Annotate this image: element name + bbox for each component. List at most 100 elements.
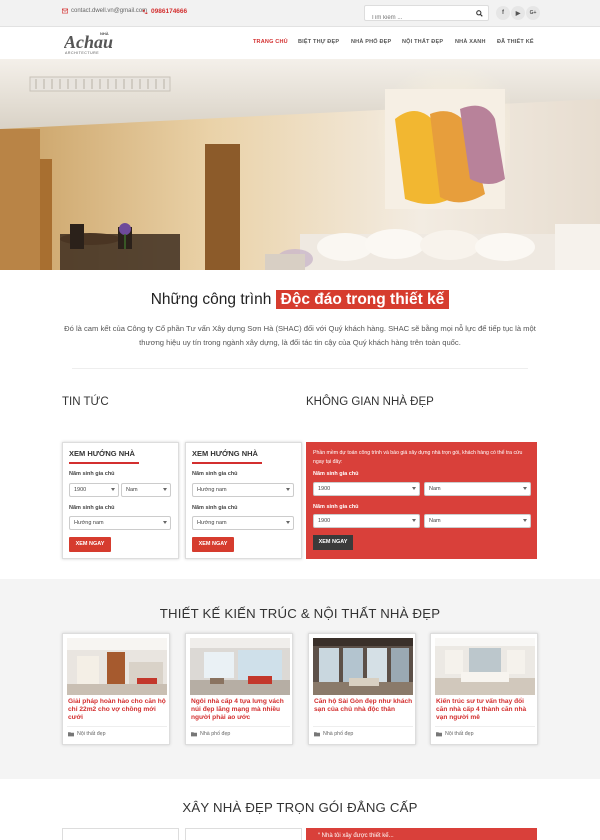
contact-email[interactable]: contact.dwell.vn@gmail.com: [62, 8, 147, 14]
view-now-button[interactable]: XEM NGAY: [313, 535, 353, 550]
intro-title-plain: Những công trình: [150, 291, 272, 308]
year-select[interactable]: 1900: [313, 514, 420, 528]
article-card[interactable]: Ngôi nhà cấp 4 tựa lưng vách núi đẹp lãn…: [185, 633, 293, 745]
divider: [190, 726, 290, 727]
chevron-down-icon: [163, 488, 167, 491]
google-plus-icon[interactable]: G+: [526, 6, 540, 20]
news-heading: TIN TỨC: [62, 396, 109, 408]
top-bar: contact.dwell.vn@gmail.com 0986174666 f …: [0, 0, 600, 27]
intro-title: Những công trình Độc đáo trong thiết kế: [0, 290, 600, 309]
logo-graphic: Achau NHÀ ARCHITECTURE: [63, 31, 113, 55]
nav-item-interior[interactable]: NỘI THẤT ĐẸP: [402, 39, 443, 45]
chevron-down-icon: [286, 488, 290, 491]
architecture-title: THIẾT KẾ KIẾN TRÚC & NỘI THẤT NHÀ ĐẸP: [159, 606, 441, 621]
article-category-label: Nhà phố đẹp: [200, 731, 231, 737]
gender-select[interactable]: Nam: [424, 514, 531, 528]
project-card[interactable]: [185, 828, 302, 840]
chevron-down-icon: [111, 488, 115, 491]
widget-title-underline: [69, 462, 139, 464]
folder-icon: [436, 732, 442, 737]
hero-banner: [0, 59, 600, 270]
article-title[interactable]: Căn hộ Sài Gòn đẹp như khách sạn của chủ…: [314, 698, 413, 714]
view-now-button[interactable]: XEM NGAY: [69, 537, 111, 552]
search-input[interactable]: [365, 11, 465, 25]
year-label: Năm sinh gia chủ: [69, 471, 115, 477]
widget-title: XEM HƯỚNG NHÀ: [192, 449, 258, 458]
gender-select-value: Nam: [429, 518, 441, 524]
folder-icon: [191, 732, 197, 737]
article-category-label: Nhà phố đẹp: [323, 731, 354, 737]
space-heading: KHÔNG GIAN NHÀ ĐẸP: [306, 396, 434, 408]
article-thumbnail[interactable]: [190, 638, 290, 695]
article-category[interactable]: Nhà phố đẹp: [191, 731, 230, 737]
cost-estimate-widget: Phần mềm dự toán công trình và báo giá x…: [306, 442, 537, 559]
direction-select-value: Hướng nam: [197, 487, 227, 493]
chevron-down-icon: [412, 519, 416, 522]
gender-select-value: Nam: [429, 486, 441, 492]
chevron-down-icon: [523, 519, 527, 522]
contact-phone-text: 0986174666: [151, 8, 188, 15]
testimonial-box: “ Nhà tôi xây được thiết kế...: [306, 828, 537, 840]
direction-label: Năm sinh gia chủ: [192, 505, 238, 511]
year-label: Năm sinh gia chủ: [313, 504, 359, 510]
article-thumbnail[interactable]: [435, 638, 535, 695]
year-select[interactable]: 1900: [69, 483, 119, 497]
year-select[interactable]: 1900: [313, 482, 420, 496]
article-category[interactable]: Nội thất đẹp: [436, 731, 474, 737]
project-card[interactable]: [62, 828, 179, 840]
gender-select[interactable]: Nam: [424, 482, 531, 496]
gender-select-value: Nam: [126, 487, 138, 493]
year-select-value: 1900: [318, 518, 331, 524]
nav-item-townhouse[interactable]: NHÀ PHỐ ĐẸP: [351, 39, 391, 45]
article-thumbnail[interactable]: [313, 638, 413, 695]
direction-select[interactable]: Hướng nam: [69, 516, 171, 530]
direction-label: Năm sinh gia chủ: [69, 505, 115, 511]
contact-email-text: contact.dwell.vn@gmail.com: [71, 8, 148, 14]
phone-icon: [142, 9, 148, 14]
year-label: Năm sinh gia chủ: [313, 471, 359, 477]
nav-item-designed[interactable]: ĐÃ THIẾT KẾ: [497, 39, 534, 45]
chevron-down-icon: [412, 487, 416, 490]
article-category[interactable]: Nhà phố đẹp: [314, 731, 353, 737]
contact-phone[interactable]: 0986174666: [142, 8, 187, 15]
envelope-icon: [62, 8, 68, 14]
cost-estimate-text: Phần mềm dự toán công trình và báo giá x…: [313, 450, 523, 465]
svg-text:NHÀ: NHÀ: [100, 31, 109, 36]
youtube-icon[interactable]: ▶: [511, 6, 525, 20]
chevron-down-icon: [523, 487, 527, 490]
testimonial-text: “ Nhà tôi xây được thiết kế...: [318, 833, 394, 839]
article-title[interactable]: Ngôi nhà cấp 4 tựa lưng vách núi đẹp lãn…: [191, 698, 290, 722]
direction-select-value: Hướng nam: [197, 520, 227, 526]
site-logo[interactable]: Achau NHÀ ARCHITECTURE: [63, 30, 116, 56]
article-card[interactable]: Căn hộ Sài Gòn đẹp như khách sạn của chủ…: [308, 633, 416, 745]
direction-select[interactable]: Hướng nam: [192, 516, 294, 530]
nav-item-green-house[interactable]: NHÀ XANH: [455, 39, 486, 45]
article-card[interactable]: Giải pháp hoàn hảo cho căn hộ chỉ 22m2 c…: [62, 633, 170, 745]
article-title[interactable]: Giải pháp hoàn hảo cho căn hộ chỉ 22m2 c…: [68, 698, 167, 722]
year-select-value: 1900: [318, 486, 331, 492]
folder-icon: [314, 732, 320, 737]
divider: [72, 368, 528, 369]
article-title[interactable]: Kiến trúc sư tư vấn thay đổi căn nhà cấp…: [436, 698, 535, 722]
svg-text:ARCHITECTURE: ARCHITECTURE: [65, 51, 99, 55]
chevron-down-icon: [286, 521, 290, 524]
article-card[interactable]: Kiến trúc sư tư vấn thay đổi căn nhà cấp…: [430, 633, 538, 745]
divider: [67, 726, 167, 727]
article-category[interactable]: Nội thất đẹp: [68, 731, 106, 737]
gender-select[interactable]: Nam: [121, 483, 171, 497]
facebook-icon[interactable]: f: [496, 6, 510, 20]
house-direction-widget: XEM HƯỚNG NHÀ Năm sinh gia chủ 1900 Nam …: [62, 442, 179, 559]
nav-item-home[interactable]: TRANG CHỦ: [253, 39, 288, 45]
year-select-value: 1900: [74, 487, 87, 493]
folder-icon: [68, 732, 74, 737]
article-category-label: Nội thất đẹp: [77, 731, 106, 737]
direction-select[interactable]: Hướng nam: [192, 483, 294, 497]
search-box: [364, 5, 489, 25]
widget-title: XEM HƯỚNG NHÀ: [69, 449, 135, 458]
article-thumbnail[interactable]: [67, 638, 167, 695]
view-now-button[interactable]: XEM NGAY: [192, 537, 234, 552]
search-icon[interactable]: [476, 10, 483, 17]
widget-title-underline: [192, 462, 262, 464]
nav-item-villa[interactable]: BIỆT THỰ ĐẸP: [298, 39, 339, 45]
intro-title-highlight: Độc đáo trong thiết kế: [275, 290, 450, 309]
